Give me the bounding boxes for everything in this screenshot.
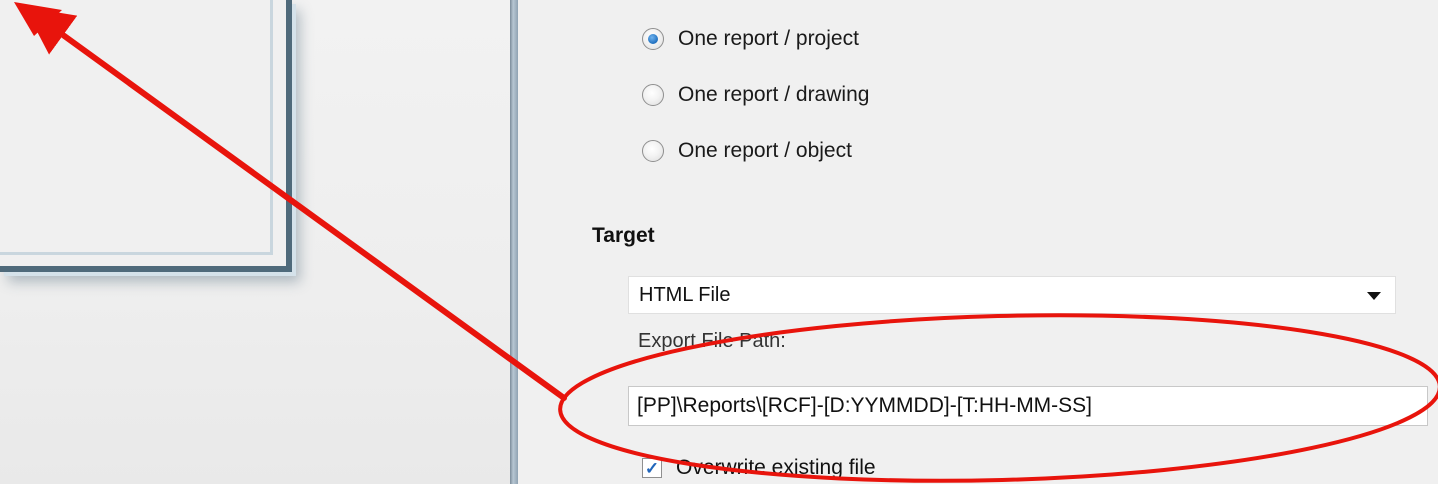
overwrite-label: Overwrite existing file (676, 456, 876, 479)
radio-selected-icon[interactable] (642, 28, 664, 50)
radio-label: One report / drawing (678, 83, 870, 106)
report-options-dialog: One report / project One report / drawin… (518, 0, 1438, 484)
dropdown-arrow-icon[interactable] (1367, 292, 1381, 300)
export-path-input[interactable]: [PP]\Reports\[RCF]-[D:YYMMDD]-[T:HH-MM-S… (628, 386, 1428, 426)
radio-option-object[interactable]: One report / object (642, 136, 852, 166)
window-client-area (0, 0, 273, 255)
radio-label: One report / object (678, 139, 852, 162)
dialog-border (510, 0, 518, 484)
target-dropdown-value: HTML File (639, 283, 731, 306)
export-path-value: [PP]\Reports\[RCF]-[D:YYMMDD]-[T:HH-MM-S… (637, 394, 1093, 417)
overwrite-checkbox[interactable]: ✓ (642, 458, 662, 478)
radio-icon[interactable] (642, 140, 664, 162)
radio-option-drawing[interactable]: One report / drawing (642, 80, 869, 110)
export-path-label: Export File Path: (638, 330, 786, 352)
radio-icon[interactable] (642, 84, 664, 106)
checkmark-icon: ✓ (644, 458, 660, 478)
overwrite-checkbox-row[interactable]: ✓ Overwrite existing file (642, 456, 876, 480)
window-fragment (0, 0, 292, 272)
background-area (0, 0, 510, 484)
target-heading: Target (592, 224, 655, 247)
target-dropdown[interactable]: HTML File (628, 276, 1396, 314)
radio-option-project[interactable]: One report / project (642, 24, 859, 54)
radio-label: One report / project (678, 27, 859, 50)
